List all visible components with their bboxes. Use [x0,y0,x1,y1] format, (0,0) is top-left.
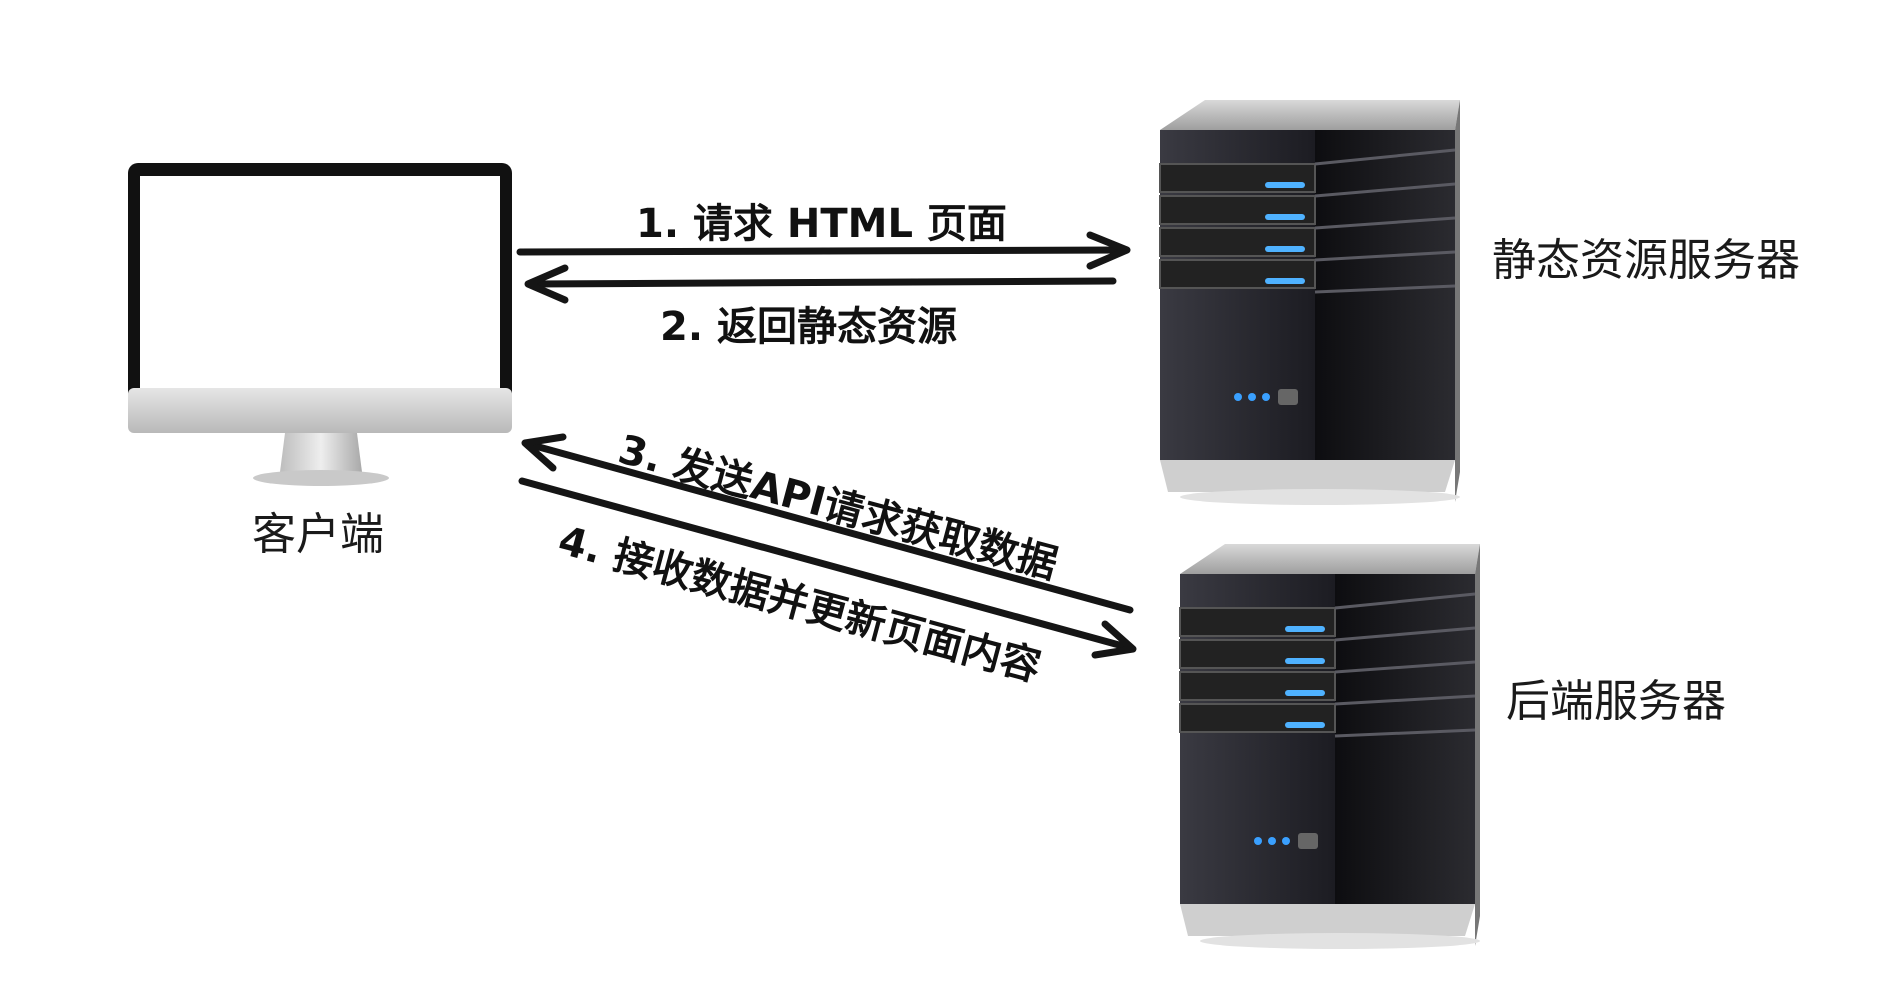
backend-server-icon [1179,544,1480,949]
static-server-icon [1159,100,1460,505]
client-monitor-icon [128,163,512,486]
client-label: 客户端 [252,509,384,560]
architecture-diagram: 客户端 静态资源服务器 后端服务器 1. 请求 HTML 页面 2. 返回静态资… [0,0,1882,1000]
step-1-label: 1. 请求 HTML 页面 [636,201,1007,247]
static-server-label: 静态资源服务器 [1492,235,1800,286]
backend-server-label: 后端服务器 [1506,676,1726,727]
step-2-label: 2. 返回静态资源 [660,304,957,350]
